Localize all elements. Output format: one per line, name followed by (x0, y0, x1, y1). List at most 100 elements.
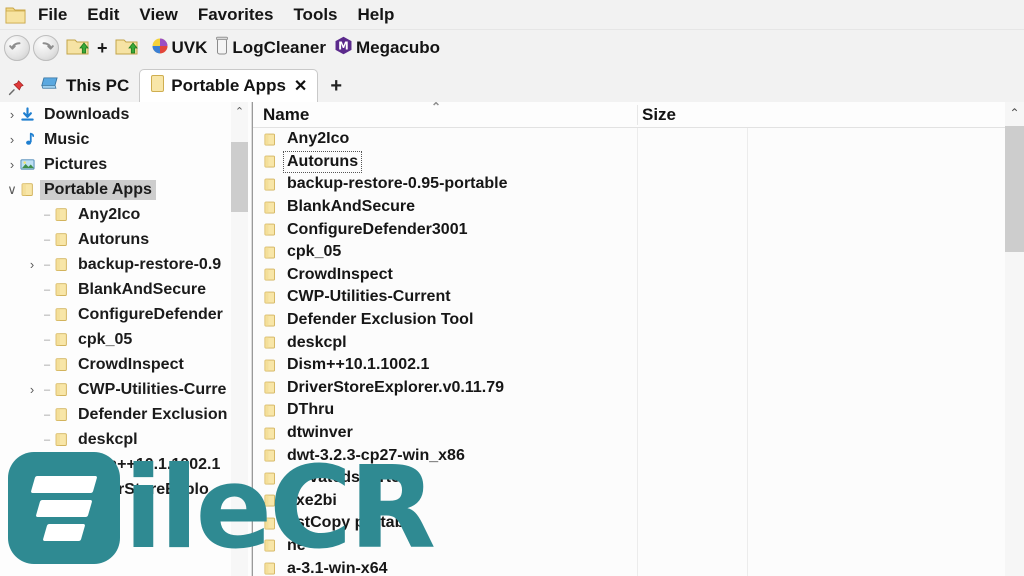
table-row[interactable]: ne (253, 535, 1024, 558)
folder-icon (263, 379, 285, 396)
tab-close-icon[interactable]: ✕ (294, 76, 307, 96)
folder-icon (263, 153, 285, 170)
chevron-right-icon[interactable]: › (4, 157, 20, 172)
tab-this-pc[interactable]: This PC (31, 70, 139, 102)
back-button[interactable] (4, 35, 30, 61)
toolbar-entry-megacubo[interactable]: M Megacubo (334, 36, 440, 60)
open-folder-up-icon[interactable] (65, 34, 91, 63)
back-arrow-icon (9, 42, 21, 50)
table-row[interactable]: Autoruns (253, 150, 1024, 174)
sidebar-item-dism-10-1-1002-1[interactable]: – Dism++10.1.1002.1 (0, 452, 252, 477)
new-tab-button[interactable]: + (318, 75, 354, 98)
column-header-name[interactable]: Name ⌃ (253, 102, 637, 125)
table-row[interactable]: deskcpl (253, 331, 1024, 354)
table-row[interactable]: DThru (253, 399, 1024, 422)
file-name-cell: Autoruns (282, 150, 363, 173)
sidebar-scrollbar[interactable]: ⌃ (231, 102, 248, 576)
file-name-cell: DriverStoreExplorer.v0.11.79 (287, 378, 505, 396)
tree-connector: – (43, 308, 51, 321)
sidebar-item-cwp-utilities-curre[interactable]: › – CWP-Utilities-Curre (0, 377, 252, 402)
table-row[interactable]: elevatedshortcut (253, 467, 1024, 490)
chevron-right-icon[interactable]: › (4, 107, 20, 122)
file-list-scrollbar[interactable]: ⌃ (1005, 102, 1024, 576)
table-row[interactable]: a-3.1-win-x64 (253, 557, 1024, 576)
tab-bar: This PC Portable Apps ✕ + (0, 66, 1024, 103)
table-row[interactable]: ConfigureDefender3001 (253, 218, 1024, 241)
menu-favorites[interactable]: Favorites (196, 4, 276, 26)
sidebar-item-driverstoreexplo[interactable]: › – DriverStoreExplo (0, 477, 252, 502)
table-row[interactable]: exe2bi (253, 490, 1024, 513)
file-list-scroll-up-icon[interactable]: ⌃ (1005, 102, 1024, 124)
sidebar-item-configuredefender[interactable]: – ConfigureDefender (0, 302, 252, 327)
content-area: › Downloads › Music › Pictures ∨ Portable Apps –… (0, 102, 1024, 576)
column-header-size[interactable]: Size (637, 104, 747, 125)
table-row[interactable]: cpk_05 (253, 241, 1024, 264)
sidebar-item-portable-apps[interactable]: ∨ Portable Apps (0, 177, 252, 202)
sidebar-item-music[interactable]: › Music (0, 127, 252, 152)
chevron-right-icon[interactable]: › (24, 257, 40, 272)
chevron-down-icon[interactable]: ∨ (4, 182, 20, 198)
sidebar-item-pictures[interactable]: › Pictures (0, 152, 252, 177)
table-row[interactable]: dtwinver (253, 422, 1024, 445)
sidebar-item-blankandsecure[interactable]: – BlankAndSecure (0, 277, 252, 302)
sidebar-item-autoruns[interactable]: – Autoruns (0, 227, 252, 252)
file-list-scroll-thumb[interactable] (1005, 126, 1024, 252)
tree-connector: – (43, 283, 51, 296)
menu-view[interactable]: View (137, 4, 179, 26)
sidebar-item-v[interactable]: › – v (0, 527, 252, 552)
sidebar-scroll-up-icon[interactable]: ⌃ (231, 102, 248, 121)
sidebar-item-any2ico[interactable]: – Any2Ico (0, 202, 252, 227)
forward-button[interactable] (33, 35, 59, 61)
chevron-right-icon[interactable]: › (24, 532, 40, 547)
file-name-cell: deskcpl (287, 333, 347, 351)
folder-icon (263, 447, 285, 464)
sidebar-item-backup-restore-0-9[interactable]: › – backup-restore-0.9 (0, 252, 252, 277)
tree-connector: – (43, 208, 51, 221)
file-name-cell: cpk_05 (287, 243, 342, 261)
sidebar-scroll-thumb[interactable] (231, 142, 248, 212)
pushpin-icon[interactable] (8, 79, 25, 96)
table-row[interactable]: astCopy portable (253, 512, 1024, 535)
sidebar-item-deskcpl[interactable]: – deskcpl (0, 427, 252, 452)
sidebar-item-d[interactable]: › – d (0, 502, 252, 527)
folder-tree-sidebar[interactable]: › Downloads › Music › Pictures ∨ Portable Apps –… (0, 102, 252, 576)
menu-edit[interactable]: Edit (85, 4, 121, 26)
table-row[interactable]: CrowdInspect (253, 264, 1024, 287)
open-folder-up-icon-2[interactable] (114, 34, 140, 63)
chevron-right-icon[interactable]: › (24, 482, 40, 497)
table-row[interactable]: Dism++10.1.1002.1 (253, 354, 1024, 377)
sidebar-item-cpk-05[interactable]: – cpk_05 (0, 327, 252, 352)
table-row[interactable]: Any2Ico (253, 128, 1024, 151)
column-header-size-label: Size (642, 104, 677, 124)
file-list-pane[interactable]: Name ⌃ Size Any2Ico Autoruns backup-restor… (252, 102, 1024, 576)
chevron-right-icon[interactable]: › (4, 132, 20, 147)
chevron-right-icon[interactable]: › (24, 382, 40, 397)
column-header-row: Name ⌃ Size (253, 102, 1024, 128)
toolbar-entry-uvk[interactable]: UVK (151, 37, 207, 60)
menu-help[interactable]: Help (356, 4, 397, 26)
menu-tools[interactable]: Tools (291, 4, 339, 26)
tab-portable-apps[interactable]: Portable Apps ✕ (139, 69, 319, 103)
sidebar-item-defender-exclusion[interactable]: – Defender Exclusion (0, 402, 252, 427)
sidebar-item-downloads[interactable]: › Downloads (0, 102, 252, 127)
file-name-cell: Dism++10.1.1002.1 (287, 356, 430, 374)
folder-icon (54, 482, 74, 497)
toolbar-entry-logcleaner[interactable]: LogCleaner (215, 36, 326, 61)
table-row[interactable]: Defender Exclusion Tool (253, 309, 1024, 332)
table-row[interactable]: BlankAndSecure (253, 196, 1024, 219)
table-row[interactable]: DriverStoreExplorer.v0.11.79 (253, 377, 1024, 400)
tree-connector: – (43, 483, 51, 496)
add-button[interactable]: + (97, 38, 108, 59)
table-row[interactable]: CWP-Utilities-Current (253, 286, 1024, 309)
file-name-cell: DThru (287, 401, 335, 419)
folder-icon (263, 492, 285, 509)
table-row[interactable]: dwt-3.2.3-cp27-win_x86 (253, 444, 1024, 467)
file-name-cell: ne (287, 536, 306, 554)
table-row[interactable]: backup-restore-0.95-portable (253, 173, 1024, 196)
chevron-right-icon[interactable]: › (24, 507, 40, 522)
file-name-cell: CWP-Utilities-Current (287, 288, 451, 306)
sidebar-item-label: cpk_05 (78, 330, 133, 348)
menu-file[interactable]: File (36, 4, 69, 26)
sidebar-item-crowdinspect[interactable]: – CrowdInspect (0, 352, 252, 377)
sidebar-item-label: Autoruns (78, 230, 150, 248)
